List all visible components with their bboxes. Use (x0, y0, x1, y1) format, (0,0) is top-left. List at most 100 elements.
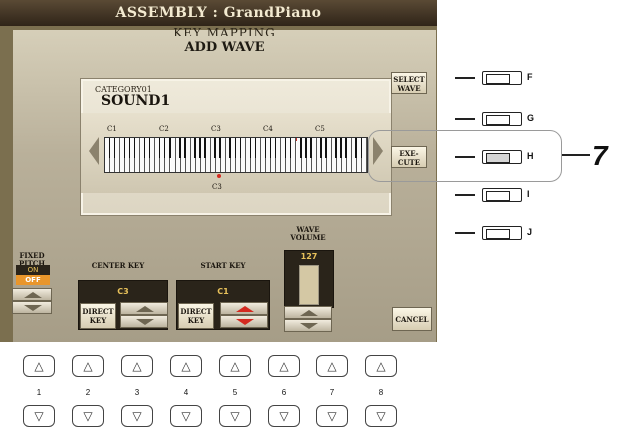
cancel-button[interactable]: CANCEL (392, 307, 432, 331)
piano-keyboard[interactable] (104, 137, 368, 173)
scroll-left-icon[interactable] (89, 137, 99, 165)
panel-button-number: 2 (85, 388, 91, 397)
sound-name: SOUND1 (101, 93, 171, 109)
down-triangle-icon: ▽ (376, 409, 386, 423)
panel-button-2-down[interactable]: ▽ (72, 405, 104, 427)
dialog-title: ADD WAVE (184, 40, 265, 55)
panel-button-number: 8 (378, 388, 384, 397)
panel-button-h[interactable] (482, 150, 522, 164)
panel-button-6-up[interactable]: △ (268, 355, 300, 377)
button-connector-line (455, 77, 475, 79)
wave-volume-panel: 127 (284, 250, 334, 308)
start-key-up-button[interactable] (220, 302, 268, 315)
button-face (486, 191, 510, 201)
panel-button-1-down[interactable]: ▽ (23, 405, 55, 427)
wave-volume-meter[interactable] (299, 265, 319, 305)
panel-button-label: H (527, 151, 534, 161)
button-connector-line (455, 156, 475, 158)
select-wave-button[interactable]: SELECT WAVE (391, 72, 427, 94)
octave-label-c2: C2 (159, 125, 169, 133)
up-triangle-icon: △ (376, 359, 386, 373)
down-triangle-icon: ▽ (34, 409, 44, 423)
button-connector-line (455, 194, 475, 196)
panel-button-4-up[interactable]: △ (170, 355, 202, 377)
panel-button-8-down[interactable]: ▽ (365, 405, 397, 427)
start-key-label: START KEY (200, 261, 246, 270)
wave-volume-label: WAVE VOLUME (290, 225, 326, 242)
octave-label-c3: C3 (211, 125, 221, 133)
panel-button-1-up[interactable]: △ (23, 355, 55, 377)
panel-button-number: 1 (36, 388, 42, 397)
down-triangle-icon: ▽ (181, 409, 191, 423)
panel-button-6-down[interactable]: ▽ (268, 405, 300, 427)
octave-label-c5: C5 (315, 125, 325, 133)
panel-button-7-down[interactable]: ▽ (316, 405, 348, 427)
callout-number: 7 (592, 140, 608, 171)
up-triangle-icon: △ (83, 359, 93, 373)
start-direct-key-button[interactable]: DIRECT KEY (178, 303, 214, 329)
panel-button-5-up[interactable]: △ (219, 355, 251, 377)
up-triangle-icon: △ (327, 359, 337, 373)
panel-button-label: F (527, 72, 533, 82)
wave-volume-up-button[interactable] (284, 306, 332, 319)
fixed-pitch-off[interactable]: OFF (16, 275, 50, 285)
center-key-dot (217, 174, 221, 178)
panel-button-f[interactable] (482, 71, 522, 85)
dialog-subtitle: KEY MAPPING (173, 26, 276, 36)
down-triangle-icon: ▽ (230, 409, 240, 423)
panel-button-label: I (527, 189, 530, 199)
fixed-pitch-down-button[interactable] (12, 301, 52, 314)
white-key[interactable] (362, 138, 368, 172)
panel-button-number: 7 (329, 388, 335, 397)
down-triangle-icon: ▽ (132, 409, 142, 423)
center-key-down-button[interactable] (120, 315, 168, 328)
down-triangle-icon: ▽ (83, 409, 93, 423)
center-key-label: CENTER KEY (91, 261, 145, 270)
octave-label-c1: C1 (107, 125, 117, 133)
panel-button-g[interactable] (482, 112, 522, 126)
callout-line (562, 154, 590, 156)
button-connector-line (455, 118, 475, 120)
panel-button-label: G (527, 113, 535, 123)
down-triangle-icon: ▽ (327, 409, 337, 423)
fixed-pitch-up-button[interactable] (12, 288, 52, 301)
start-key-down-button[interactable] (220, 315, 268, 328)
wave-volume-fill (300, 266, 318, 304)
center-key-value: C3 (117, 287, 129, 296)
keyboard-box: CATEGORY01 SOUND1 C1 C2 C3 C4 C5 C3 (80, 78, 392, 216)
octave-label-c4: C4 (263, 125, 273, 133)
panel-button-3-down[interactable]: ▽ (121, 405, 153, 427)
button-face (486, 153, 510, 163)
panel-button-4-down[interactable]: ▽ (170, 405, 202, 427)
panel-button-5-down[interactable]: ▽ (219, 405, 251, 427)
start-key-value: C1 (217, 287, 229, 296)
panel-button-i[interactable] (482, 188, 522, 202)
down-triangle-icon: ▽ (279, 409, 289, 423)
up-triangle-icon: △ (34, 359, 44, 373)
panel-button-2-up[interactable]: △ (72, 355, 104, 377)
button-connector-line (455, 232, 475, 234)
button-face (486, 229, 510, 239)
panel-button-3-up[interactable]: △ (121, 355, 153, 377)
fixed-pitch-on[interactable]: ON (16, 265, 50, 275)
wave-volume-value: 127 (300, 252, 318, 261)
up-triangle-icon: △ (279, 359, 289, 373)
up-triangle-icon: △ (230, 359, 240, 373)
up-triangle-icon: △ (132, 359, 142, 373)
panel-button-number: 6 (281, 388, 287, 397)
panel-button-label: J (527, 227, 533, 237)
panel-button-j[interactable] (482, 226, 522, 240)
center-key-up-button[interactable] (120, 302, 168, 315)
wave-volume-down-button[interactable] (284, 319, 332, 332)
panel-button-7-up[interactable]: △ (316, 355, 348, 377)
up-triangle-icon: △ (181, 359, 191, 373)
panel-button-number: 4 (183, 388, 189, 397)
selected-key-label: C3 (212, 183, 222, 191)
screen-title: ASSEMBLY : GrandPiano (0, 0, 437, 26)
center-direct-key-button[interactable]: DIRECT KEY (80, 303, 116, 329)
panel-button-number: 5 (232, 388, 238, 397)
button-face (486, 115, 510, 125)
panel-button-number: 3 (134, 388, 140, 397)
button-face (486, 74, 510, 84)
panel-button-8-up[interactable]: △ (365, 355, 397, 377)
